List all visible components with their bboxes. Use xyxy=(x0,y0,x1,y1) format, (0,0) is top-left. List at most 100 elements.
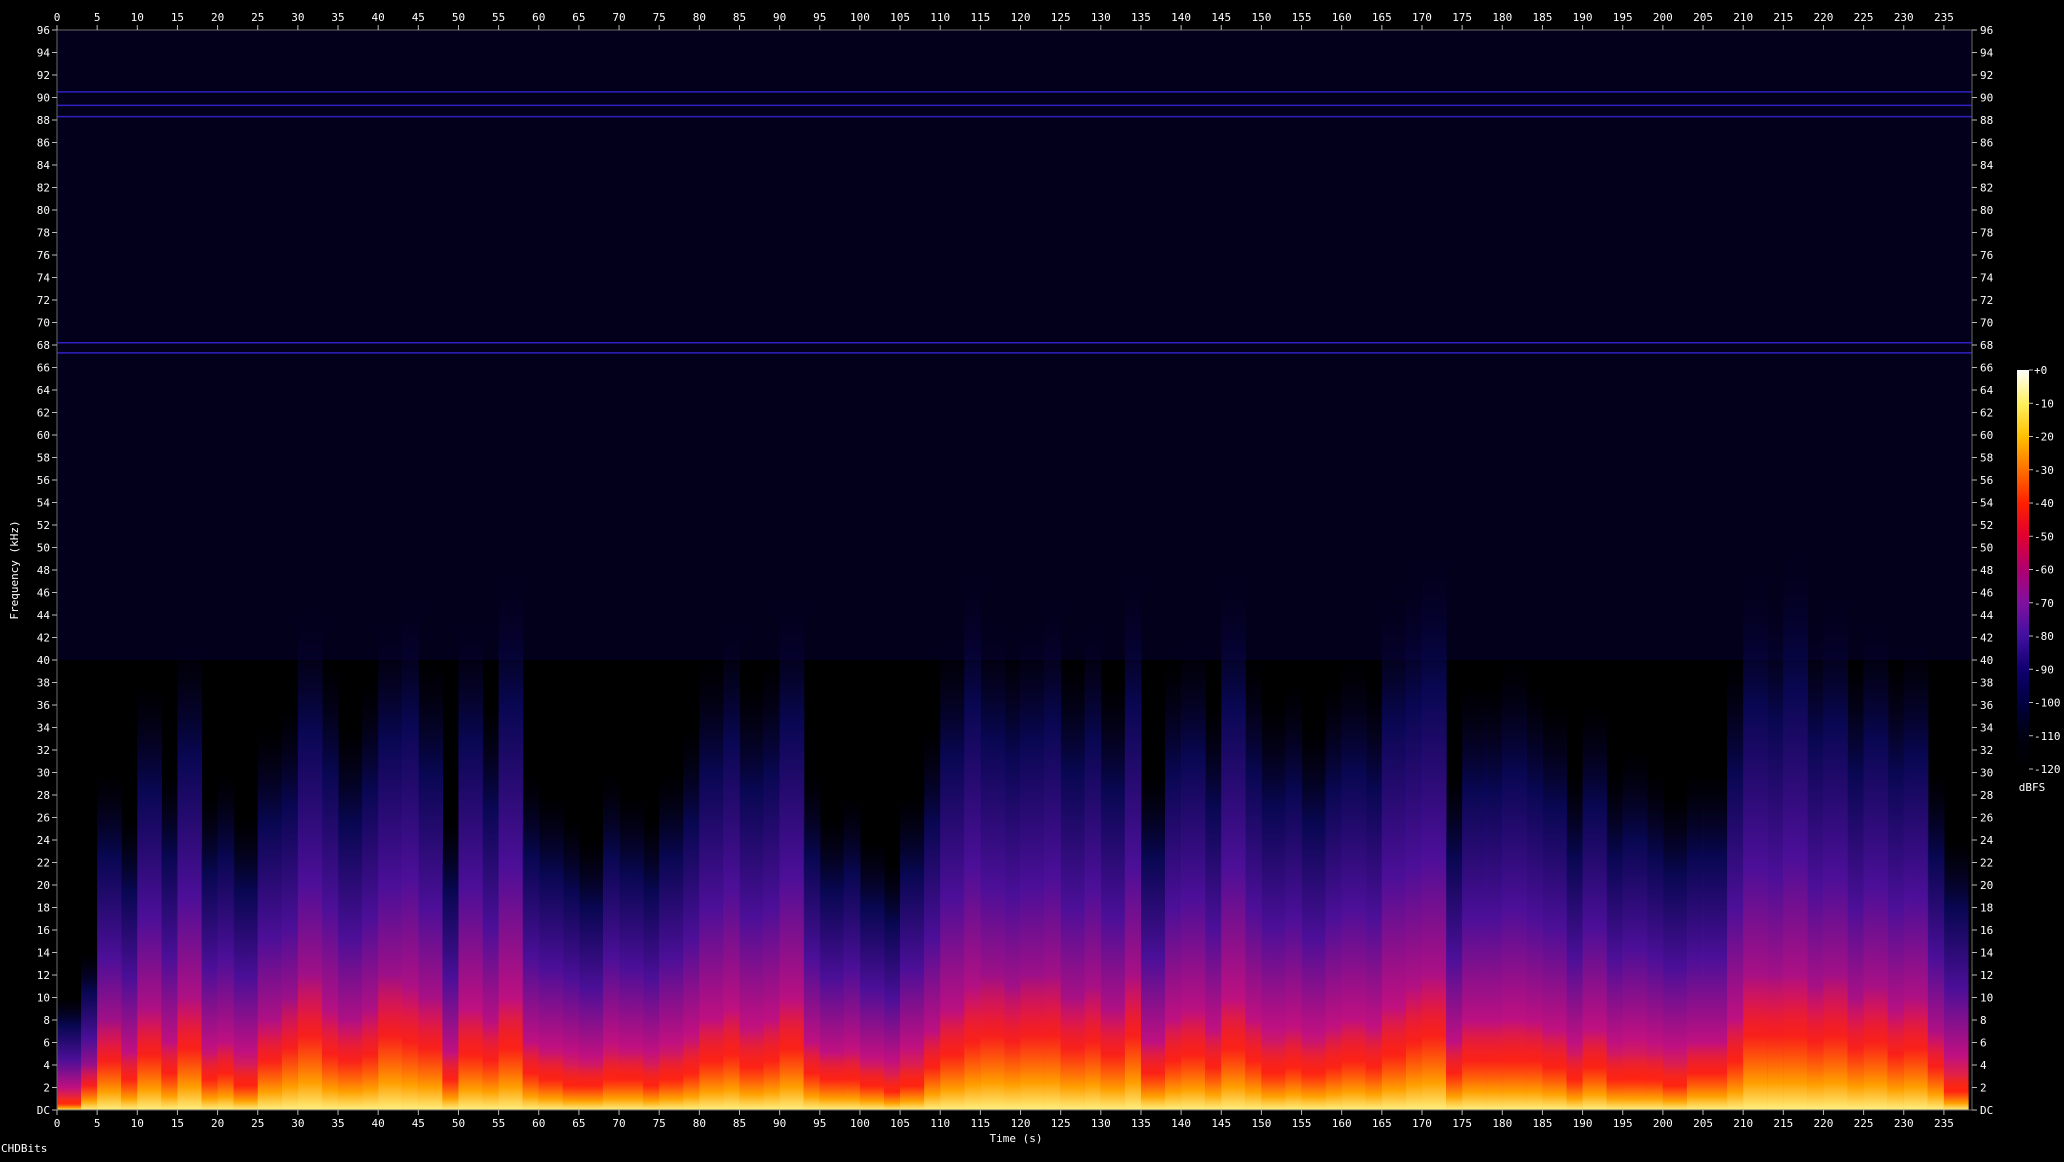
y-tick-label: 90 xyxy=(1980,92,1993,105)
spectral-energy-core xyxy=(201,1053,219,1110)
spectral-energy-core xyxy=(1646,1053,1664,1110)
x-tick-label: 25 xyxy=(251,11,264,24)
y-tick-label: 50 xyxy=(37,542,50,555)
x-tick-label: 95 xyxy=(813,11,826,24)
y-tick-label: 68 xyxy=(1980,339,1993,352)
x-tick-label: 90 xyxy=(773,11,786,24)
spectral-energy-core xyxy=(1341,1020,1367,1110)
spectral-energy-core xyxy=(338,1020,363,1110)
x-tick-label: 20 xyxy=(211,11,224,24)
y-tick-label: 10 xyxy=(1980,992,1993,1005)
colorbar-tick-label: -110 xyxy=(2034,730,2061,743)
x-tick-label: 185 xyxy=(1532,1117,1552,1130)
spectral-energy-core xyxy=(498,997,524,1110)
y-tick-label: 66 xyxy=(1980,362,1993,375)
x-tick-label: 35 xyxy=(331,11,344,24)
y-tick-label: 40 xyxy=(1980,654,1993,667)
x-axis-top: 0 5 10 15 20 25 30 35 40 45 50 55 60 65 70 75 80 85 90 95 10… xyxy=(54,11,1954,30)
x-tick-label: 15 xyxy=(171,1117,184,1130)
x-tick-label: 190 xyxy=(1573,1117,1593,1130)
spectral-energy-core xyxy=(578,1065,604,1110)
y-tick-label: 76 xyxy=(37,249,50,262)
spectral-energy-core xyxy=(1807,986,1825,1110)
x-tick-label: 225 xyxy=(1854,1117,1874,1130)
spectral-energy-core xyxy=(763,1020,781,1110)
x-tick-label: 40 xyxy=(372,11,385,24)
y-tick-label: 84 xyxy=(1980,159,1994,172)
y-tick-label: 86 xyxy=(37,137,50,150)
y-tick-label: 84 xyxy=(37,159,51,172)
y-tick-label: 44 xyxy=(1980,609,1994,622)
x-tick-label: 80 xyxy=(693,11,706,24)
spectral-energy-core xyxy=(659,1053,684,1110)
spectral-energy-core xyxy=(1165,1020,1182,1110)
x-tick-label: 210 xyxy=(1733,11,1753,24)
x-tick-label: 150 xyxy=(1251,11,1271,24)
y-tick-label: 26 xyxy=(37,812,50,825)
spectral-energy-core xyxy=(619,1053,644,1110)
x-tick-label: 195 xyxy=(1613,11,1633,24)
colorbar-tick-label: -90 xyxy=(2034,663,2054,676)
y-tick-label: 62 xyxy=(1980,407,1993,420)
spectral-energy-core xyxy=(819,1053,845,1110)
y-tick-label: 12 xyxy=(37,969,50,982)
spectral-energy-core xyxy=(1887,1008,1905,1110)
x-tick-label: 145 xyxy=(1211,11,1231,24)
spectral-energy-core xyxy=(1526,1020,1544,1110)
colorbar-tick-label: -10 xyxy=(2034,397,2054,410)
y-tick-label: 90 xyxy=(37,92,50,105)
y-tick-label: 24 xyxy=(1980,834,1994,847)
y-tick-label: 94 xyxy=(1980,47,1994,60)
x-tick-label: 230 xyxy=(1894,11,1914,24)
y-tick-label: 22 xyxy=(37,857,50,870)
x-tick-label: 210 xyxy=(1733,1117,1753,1130)
y-tick-label: 60 xyxy=(37,429,50,442)
x-tick-label: 70 xyxy=(612,11,625,24)
spectral-energy-core xyxy=(1381,1008,1407,1110)
x-tick-label: 55 xyxy=(492,1117,505,1130)
colorbar-tick-label: -20 xyxy=(2034,431,2054,444)
y-tick-label: 78 xyxy=(37,227,50,240)
y-tick-label: 22 xyxy=(1980,857,1993,870)
spectral-energy-core xyxy=(1261,1042,1287,1110)
y-axis-right: DC24681012141618202224262830323436384042… xyxy=(1972,24,1994,1117)
y-tick-label: 92 xyxy=(1980,69,1993,82)
spectral-energy-core xyxy=(161,1042,179,1110)
y-tick-label: 60 xyxy=(1980,429,1993,442)
spectral-energy-core xyxy=(1566,1053,1584,1110)
spectral-energy-core xyxy=(418,997,444,1110)
y-tick-label: 38 xyxy=(1980,677,1993,690)
y-tick-label: 54 xyxy=(1980,497,1994,510)
y-tick-label: 80 xyxy=(37,204,50,217)
colorbar-tick-label: -60 xyxy=(2034,564,2054,577)
spectral-energy-core xyxy=(1325,1031,1343,1110)
x-tick-label: 135 xyxy=(1131,11,1151,24)
spectral-energy-core xyxy=(1020,975,1046,1110)
spectral-energy-core xyxy=(1140,1042,1166,1110)
y-tick-label: 46 xyxy=(37,587,50,600)
spectral-energy-core xyxy=(1446,1042,1463,1110)
spectral-energy-core xyxy=(1847,997,1865,1110)
y-tick-label: 72 xyxy=(37,294,50,307)
y-tick-label: 64 xyxy=(37,384,51,397)
spectral-energy-core xyxy=(779,997,805,1110)
spectral-energy-core xyxy=(538,1053,564,1110)
x-tick-label: 155 xyxy=(1292,1117,1312,1130)
spectral-energy-core xyxy=(723,1008,741,1110)
y-tick-label: 64 xyxy=(1980,384,1994,397)
x-tick-label: 185 xyxy=(1532,11,1552,24)
spectral-energy-core xyxy=(1124,975,1142,1110)
x-tick-label: 215 xyxy=(1773,11,1793,24)
spectral-energy-core xyxy=(257,1020,283,1110)
x-tick-label: 30 xyxy=(291,1117,304,1130)
y-tick-label: 76 xyxy=(1980,249,1993,262)
x-tick-label: 165 xyxy=(1372,11,1392,24)
x-tick-label: 5 xyxy=(94,1117,101,1130)
x-tick-label: 230 xyxy=(1894,1117,1914,1130)
y-tick-label: 52 xyxy=(37,519,50,532)
x-tick-label: 0 xyxy=(54,11,61,24)
x-tick-label: 25 xyxy=(251,1117,264,1130)
spectral-energy-core xyxy=(1044,975,1062,1110)
x-tick-label: 105 xyxy=(890,1117,910,1130)
spectral-energy-core xyxy=(482,1020,500,1110)
